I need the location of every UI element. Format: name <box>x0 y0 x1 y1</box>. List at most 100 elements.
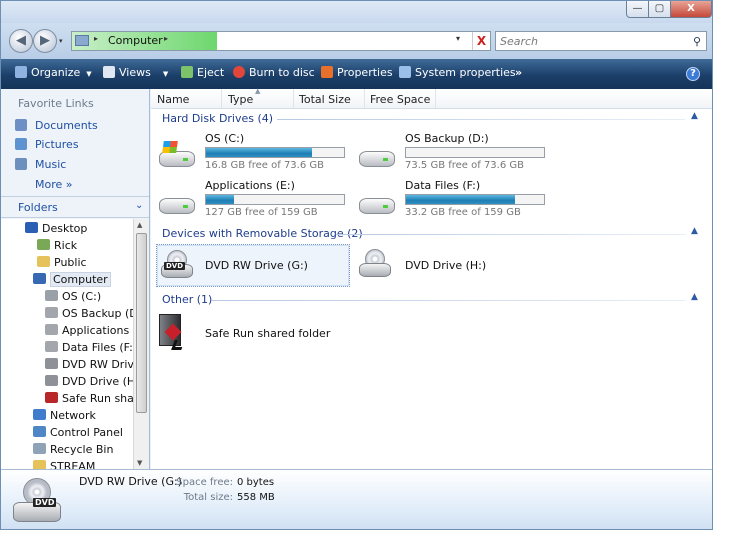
back-button[interactable]: ◀ <box>9 29 33 53</box>
tree-item-label: Applications (E:) <box>62 324 133 337</box>
tree-item-dvd-rw-g[interactable]: DVD RW Drive (G:) <box>45 358 133 375</box>
tree-item-data-files-f[interactable]: Data Files (F:) <box>45 341 133 358</box>
folder-name[interactable]: Safe Run shared folder <box>205 327 330 340</box>
column-total-size[interactable]: Total Size <box>299 93 351 106</box>
shared-folder-icon[interactable] <box>159 314 189 354</box>
tree-item-computer[interactable]: Computer <box>33 272 111 290</box>
tree-item-label: OS (C:) <box>62 290 102 303</box>
breadcrumb-arrow-icon[interactable]: ▸ <box>94 34 98 43</box>
total-size-label: Total size: <box>183 492 233 503</box>
collapse-chevron-icon[interactable]: ▲ <box>691 111 698 121</box>
address-history-chevron-icon[interactable]: ▾ <box>456 34 460 43</box>
breadcrumb-arrow-icon[interactable]: ▸ <box>164 34 168 43</box>
user-folder-icon <box>37 239 50 250</box>
hard-drive-icon[interactable] <box>357 188 397 216</box>
column-divider[interactable] <box>221 89 222 108</box>
help-icon[interactable]: ? <box>686 67 700 81</box>
collapse-chevron-icon[interactable]: ▲ <box>691 226 698 236</box>
views-button[interactable]: Views ▼ <box>103 66 168 82</box>
more-label: More » <box>35 178 73 191</box>
tree-item-label: STREAM <box>50 460 96 469</box>
drive-light <box>183 205 188 208</box>
group-removable-storage[interactable]: Devices with Removable Storage (2) <box>162 227 363 243</box>
column-divider[interactable] <box>293 89 294 108</box>
properties-button[interactable]: Properties <box>321 66 393 82</box>
search-icon[interactable]: ⚲ <box>693 35 701 48</box>
tree-item-stream[interactable]: STREAM <box>33 460 95 469</box>
drive-name[interactable]: OS Backup (D:) <box>405 132 489 145</box>
eject-button[interactable]: Eject <box>181 66 224 82</box>
favorite-documents[interactable]: Documents <box>15 119 98 135</box>
column-divider[interactable] <box>364 89 365 108</box>
favorite-label: Music <box>35 158 67 171</box>
tree-item-os-c[interactable]: OS (C:) <box>45 290 101 307</box>
minimize-button[interactable]: — <box>626 1 649 18</box>
tree-item-control-panel[interactable]: Control Panel <box>33 426 123 443</box>
favorite-label: Pictures <box>35 138 79 151</box>
more-commands-button[interactable]: » <box>515 66 522 82</box>
system-properties-button[interactable]: System properties <box>399 66 516 82</box>
tree-item-os-backup-d[interactable]: OS Backup (D:) <box>45 307 133 324</box>
column-type[interactable]: Type <box>228 93 253 106</box>
group-other[interactable]: Other (1) <box>162 293 212 309</box>
chevron-down-icon[interactable]: ⌄ <box>135 200 143 211</box>
scroll-thumb[interactable] <box>136 233 147 413</box>
dvd-drive-icon <box>45 358 58 369</box>
tree-item-network[interactable]: Network <box>33 409 96 426</box>
folder-icon <box>33 460 46 469</box>
tree-item-public[interactable]: Public <box>37 256 87 273</box>
favorite-more[interactable]: More » <box>35 178 73 194</box>
drive-name[interactable]: Applications (E:) <box>205 179 295 192</box>
drive-name: DVD RW Drive (G:) <box>205 259 308 272</box>
stop-button[interactable]: X <box>472 32 490 50</box>
control-panel-icon <box>33 426 46 437</box>
column-divider[interactable] <box>435 89 436 108</box>
system-properties-icon <box>399 66 411 78</box>
drive-usage-bar <box>405 194 545 205</box>
group-hard-disk-drives[interactable]: Hard Disk Drives (4) <box>162 112 273 128</box>
drive-name[interactable]: OS (C:) <box>205 132 244 145</box>
hard-drive-windows-icon <box>45 290 58 301</box>
scroll-up-icon[interactable]: ▲ <box>137 221 142 229</box>
tree-item-label: Computer <box>50 272 111 287</box>
address-bar[interactable]: ▸ Computer ▸ ▾ X <box>71 31 491 51</box>
tree-item-label: Desktop <box>42 222 88 235</box>
favorite-music[interactable]: Music <box>15 158 66 174</box>
folders-header[interactable]: Folders ⌄ <box>1 196 149 218</box>
tree-item-safe-run[interactable]: Safe Run shared folder <box>45 392 133 409</box>
maximize-button[interactable]: ▢ <box>648 1 671 18</box>
close-button[interactable]: X <box>670 1 712 18</box>
tree-item-desktop[interactable]: Desktop <box>25 222 87 239</box>
music-icon <box>15 158 27 170</box>
dvd-drive-icon: DVD <box>13 478 61 524</box>
tree-item-label: OS Backup (D:) <box>62 307 133 320</box>
recent-pages-chevron-icon[interactable]: ▾ <box>59 37 63 45</box>
column-name[interactable]: Name <box>157 93 189 106</box>
burn-to-disc-button[interactable]: Burn to disc <box>233 66 315 82</box>
drive-name[interactable]: DVD Drive (H:) <box>405 259 486 272</box>
hard-drive-icon <box>45 307 58 318</box>
hard-drive-icon[interactable] <box>357 141 397 169</box>
breadcrumb-computer[interactable]: Computer <box>108 34 163 47</box>
column-headers: Name Type ▲ Total Size Free Space <box>151 87 712 109</box>
column-free-space[interactable]: Free Space <box>370 93 430 106</box>
search-input[interactable]: Search ⚲ <box>495 31 707 51</box>
favorite-pictures[interactable]: Pictures <box>15 138 79 154</box>
forward-button[interactable]: ▶ <box>33 29 57 53</box>
hard-drive-icon[interactable] <box>157 188 197 216</box>
tree-scrollbar[interactable]: ▲ ▼ <box>133 219 149 469</box>
eject-icon <box>181 66 193 78</box>
drive-usage-bar <box>205 147 345 158</box>
tree-item-dvd-h[interactable]: DVD Drive (H:) <box>45 375 133 392</box>
favorite-label: Documents <box>35 119 98 132</box>
collapse-chevron-icon[interactable]: ▲ <box>691 292 698 302</box>
drive-name[interactable]: Data Files (F:) <box>405 179 480 192</box>
dvd-drive-icon[interactable] <box>359 249 393 279</box>
hard-drive-windows-icon[interactable] <box>157 141 197 169</box>
tree-item-rick[interactable]: Rick <box>37 239 77 256</box>
organize-button[interactable]: Organize ▼ <box>15 66 92 82</box>
scroll-down-icon[interactable]: ▼ <box>137 459 142 467</box>
tree-item-recycle-bin[interactable]: Recycle Bin <box>33 443 113 460</box>
dvd-rw-drive-tile[interactable]: DVD DVD RW Drive (G:) <box>156 244 350 287</box>
tree-item-applications-e[interactable]: Applications (E:) <box>45 324 133 341</box>
